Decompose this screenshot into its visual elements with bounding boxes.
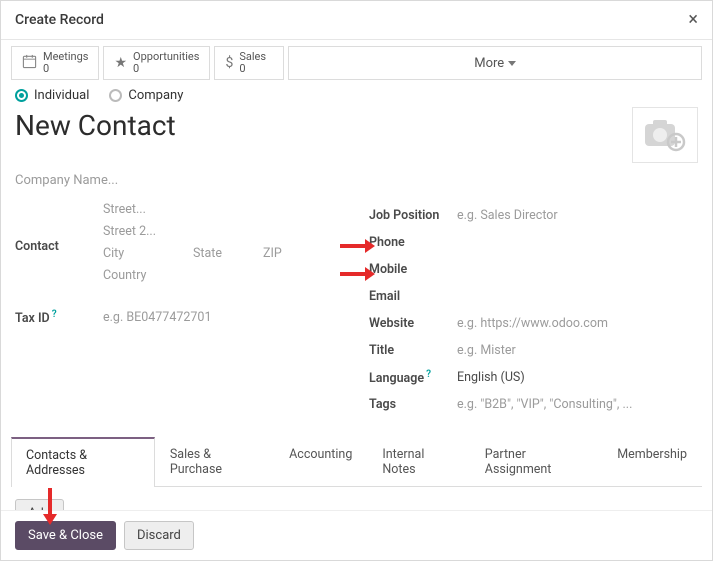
phone-label: Phone: [369, 235, 457, 250]
job-input[interactable]: e.g. Sales Director: [457, 208, 698, 223]
help-icon[interactable]: ?: [426, 369, 431, 380]
title-input[interactable]: e.g. Mister: [457, 343, 698, 358]
tab-internal-notes[interactable]: Internal Notes: [367, 437, 469, 487]
taxid-label: Tax ID?: [15, 309, 103, 326]
meetings-button[interactable]: Meetings 0: [11, 46, 99, 80]
help-icon[interactable]: ?: [52, 309, 57, 320]
modal-title: Create Record: [15, 12, 104, 28]
title-label: Title: [369, 343, 457, 358]
close-icon[interactable]: ×: [688, 11, 698, 29]
star-icon: ★: [114, 55, 127, 71]
contact-label: Contact: [15, 239, 103, 254]
language-select[interactable]: English (US): [457, 370, 698, 385]
street2-input[interactable]: Street 2...: [103, 224, 156, 246]
radio-company[interactable]: Company: [109, 88, 183, 103]
chevron-down-icon: [508, 61, 516, 66]
tags-label: Tags: [369, 397, 457, 412]
job-label: Job Position: [369, 208, 457, 223]
save-close-button[interactable]: Save & Close: [15, 521, 116, 550]
tab-partner-assignment[interactable]: Partner Assignment: [470, 437, 602, 487]
zip-input[interactable]: ZIP: [263, 246, 282, 268]
tab-contacts-addresses[interactable]: Contacts & Addresses: [11, 437, 155, 487]
city-input[interactable]: City: [103, 246, 173, 268]
sales-button[interactable]: $ Sales 0: [214, 46, 284, 80]
camera-plus-icon: [644, 118, 686, 152]
modal-footer: Save & Close Discard: [1, 510, 712, 560]
tags-input[interactable]: e.g. "B2B", "VIP", "Consulting", ...: [457, 397, 698, 412]
avatar-upload[interactable]: [632, 107, 698, 163]
dollar-icon: $: [225, 55, 233, 71]
tab-accounting[interactable]: Accounting: [274, 437, 367, 487]
taxid-input[interactable]: e.g. BE0477472701: [103, 310, 345, 325]
contact-name-input[interactable]: New Contact: [15, 109, 176, 142]
email-label: Email: [369, 289, 457, 304]
contact-type-radio: Individual Company: [15, 88, 698, 103]
stat-buttons: Meetings 0 ★ Opportunities 0 $ Sales 0 M…: [1, 40, 712, 80]
language-label: Language?: [369, 369, 457, 386]
tab-membership[interactable]: Membership: [602, 437, 702, 487]
website-label: Website: [369, 316, 457, 331]
discard-button[interactable]: Discard: [124, 521, 194, 550]
state-input[interactable]: State: [193, 246, 243, 268]
tab-bar: Contacts & Addresses Sales & Purchase Ac…: [11, 436, 702, 487]
street-input[interactable]: Street...: [103, 202, 146, 224]
company-name-input[interactable]: Company Name...: [15, 173, 698, 188]
website-input[interactable]: e.g. https://www.odoo.com: [457, 316, 698, 331]
country-input[interactable]: Country: [103, 268, 146, 290]
calendar-icon: [22, 54, 37, 73]
modal-header: Create Record ×: [1, 1, 712, 40]
tab-sales-purchase[interactable]: Sales & Purchase: [155, 437, 274, 487]
mobile-label: Mobile: [369, 262, 457, 277]
opportunities-button[interactable]: ★ Opportunities 0: [103, 46, 210, 80]
radio-individual[interactable]: Individual: [15, 88, 89, 103]
more-button[interactable]: More: [288, 46, 702, 80]
